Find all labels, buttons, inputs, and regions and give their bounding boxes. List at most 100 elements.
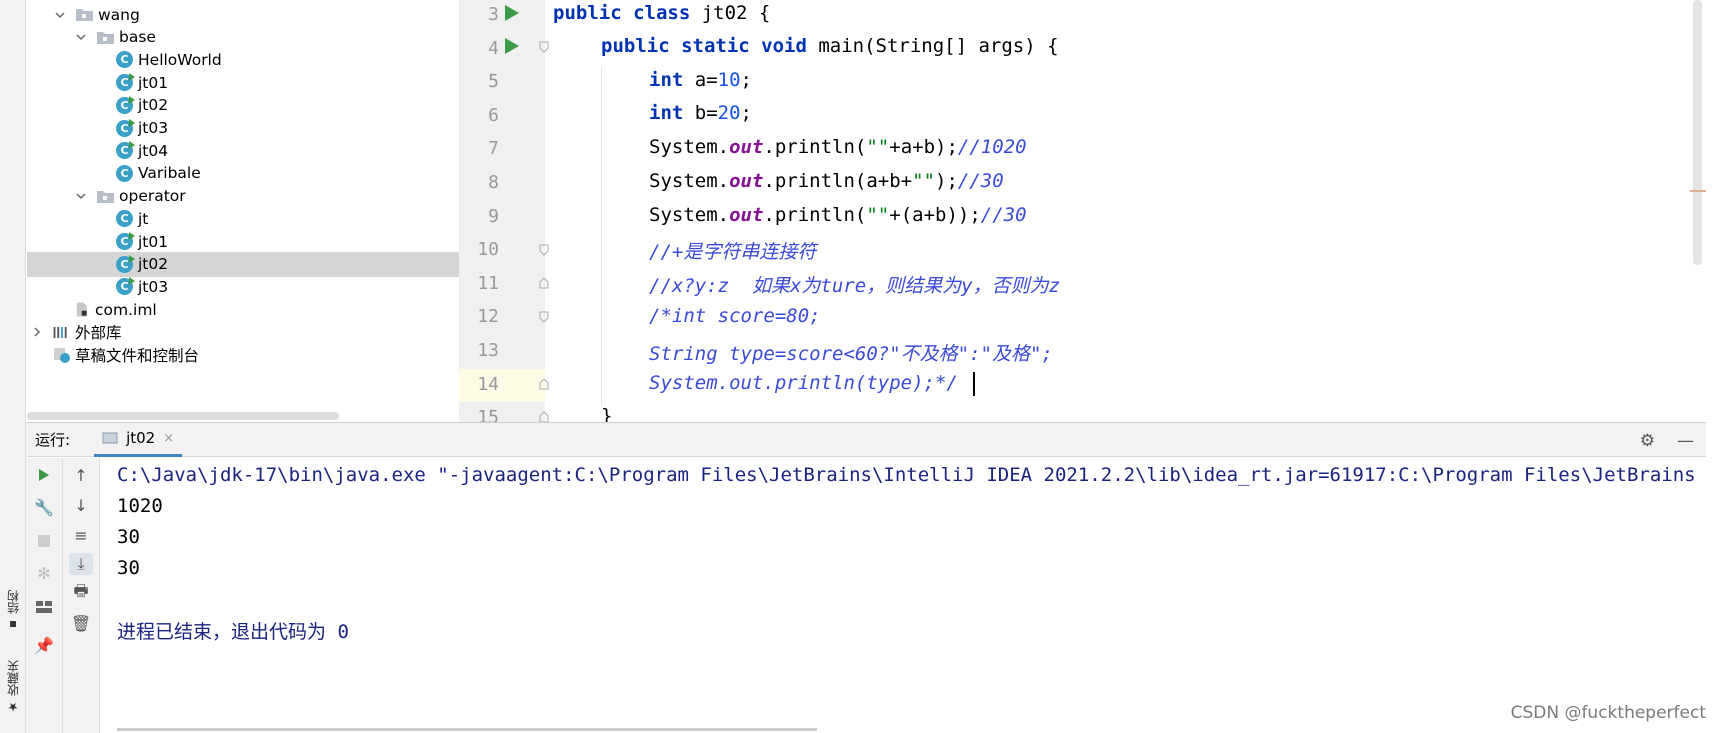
tree-item-label: base [119, 28, 156, 47]
tree-item-label: jt02 [138, 96, 169, 115]
code-line-6: int b=20; [649, 102, 752, 124]
fold-marker-icon[interactable] [538, 244, 550, 256]
tree-file-item[interactable]: 草稿文件和控制台 [27, 343, 459, 368]
iml-file-icon [76, 302, 87, 317]
line-number: 14 [477, 373, 499, 395]
structure-icon: ▪ [6, 618, 20, 632]
java-class-icon: C [116, 118, 135, 137]
star-icon: ★ [6, 700, 20, 714]
run-main-gutter-icon[interactable] [505, 38, 519, 54]
tree-file-item[interactable]: 外部库 [27, 320, 459, 345]
tree-item-label: jt03 [138, 119, 169, 137]
indent-guide [601, 66, 602, 406]
fold-marker-icon[interactable] [538, 311, 550, 323]
console-output-line: 1020 [117, 495, 163, 517]
code-line-13: String type=score<60?"不及格":"及格"; [649, 343, 1053, 365]
tree-item-label: com.iml [95, 300, 157, 319]
minimize-icon[interactable]: — [1677, 431, 1694, 451]
tree-file-item[interactable]: Cjt03 [27, 116, 459, 141]
tree-folder-item[interactable]: operator [27, 184, 459, 209]
pin-icon[interactable]: 📌 [32, 634, 56, 656]
library-icon [53, 326, 67, 338]
trash-icon[interactable]: 🗑 [69, 612, 93, 634]
structure-tab[interactable]: ▪ 结构 [2, 590, 24, 632]
fold-marker-icon[interactable] [538, 277, 550, 289]
tree-file-item[interactable]: Cjt04 [27, 138, 459, 163]
run-class-gutter-icon[interactable] [505, 5, 519, 21]
console-horizontal-scrollbar[interactable] [117, 728, 817, 731]
tree-folder-item[interactable]: base [27, 25, 459, 50]
java-class-icon: C [116, 210, 133, 228]
tree-horizontal-scrollbar[interactable] [27, 412, 339, 420]
soft-wrap-icon[interactable]: ≡ [69, 524, 93, 546]
tree-item-label: HelloWorld [138, 50, 222, 69]
gear-icon[interactable]: ⚙ [1640, 431, 1655, 451]
run-tab-jt02[interactable]: jt02 × [94, 423, 183, 457]
tree-item-label: 草稿文件和控制台 [75, 347, 200, 365]
tree-file-item[interactable]: Cjt01 [27, 70, 459, 95]
tree-item-label: operator [119, 187, 186, 206]
text-caret [973, 372, 975, 396]
line-number: 7 [488, 138, 499, 160]
code-line-5: int a=10; [649, 69, 752, 91]
error-stripe-marker[interactable] [1690, 190, 1706, 192]
arrow-up-icon[interactable]: ↑ [69, 464, 93, 486]
tree-file-item[interactable]: Cjt02 [27, 251, 459, 277]
java-class-icon: C [116, 95, 135, 114]
favorites-tab[interactable]: ★ 收藏夹 [2, 660, 24, 714]
java-class-icon: C [116, 277, 135, 296]
java-class-icon: C [116, 51, 133, 69]
java-class-icon: C [116, 141, 135, 160]
scratch-icon [54, 348, 70, 363]
layout-icon[interactable] [32, 596, 56, 618]
java-class-icon: C [116, 254, 135, 273]
wrench-icon[interactable]: 🔧 [32, 496, 56, 518]
favorites-tab-label: 收藏夹 [6, 660, 21, 696]
chevron-right-icon[interactable] [31, 326, 43, 338]
tree-file-item[interactable]: Cjt [27, 206, 459, 231]
tree-file-item[interactable]: C HelloWorld [27, 47, 459, 72]
line-number: 5 [488, 71, 499, 93]
editor-vertical-scrollbar[interactable] [1693, 0, 1702, 265]
console-command-line: C:\Java\jdk-17\bin\java.exe "-javaagent:… [117, 464, 1696, 486]
print-icon[interactable]: 🖶 [69, 581, 93, 604]
scroll-to-end-icon[interactable]: ⤓ [69, 553, 93, 575]
arrow-down-icon[interactable]: ↓ [69, 494, 93, 516]
code-line-10: //+是字符串连接符 [649, 241, 817, 263]
close-icon[interactable]: × [163, 431, 174, 446]
console-output-line: 30 [117, 526, 140, 548]
tree-file-item[interactable]: Cjt02 [27, 93, 459, 118]
chevron-down-icon[interactable] [75, 31, 87, 43]
line-number: 11 [477, 272, 499, 294]
rerun-icon[interactable] [32, 464, 56, 486]
folder-icon [76, 9, 93, 21]
line-number: 12 [477, 306, 499, 328]
chevron-down-icon[interactable] [75, 190, 87, 202]
fold-marker-icon[interactable] [538, 41, 550, 53]
chevron-down-icon[interactable] [54, 9, 66, 21]
fold-marker-icon[interactable] [538, 378, 550, 390]
tree-item-label: jt01 [138, 73, 169, 92]
java-class-icon: C [116, 164, 133, 182]
tree-folder-item[interactable]: wang [27, 2, 459, 27]
line-number: 10 [477, 239, 499, 261]
line-number: 8 [488, 172, 499, 193]
tree-item-label: jt03 [138, 277, 169, 296]
tree-file-item[interactable]: com.iml [27, 297, 459, 322]
stop-icon[interactable] [32, 530, 56, 552]
run-toolbar-secondary: ↑ ↓ ≡ ⤓ 🖶 🗑 [63, 458, 100, 733]
code-line-9: System.out.println(""+(a+b));//30 [649, 204, 1027, 226]
run-panel-actions: ⚙ — [1640, 431, 1694, 451]
console-output-line: 30 [117, 557, 140, 579]
run-toolbar-primary: 🔧 ✻ 📌 [26, 458, 63, 733]
code-line-7: System.out.println(""+a+b);//1020 [649, 136, 1027, 158]
tree-file-item[interactable]: C Varibale [27, 161, 459, 186]
tree-item-label: jt02 [138, 255, 169, 274]
tree-file-item[interactable]: Cjt03 [27, 274, 459, 299]
tree-item-label: jt01 [138, 232, 169, 251]
console-output[interactable]: C:\Java\jdk-17\bin\java.exe "-javaagent:… [101, 458, 1706, 733]
tree-file-item[interactable]: Cjt01 [27, 229, 459, 254]
debug-disabled-icon[interactable]: ✻ [32, 562, 56, 584]
code-line-11: //x?y:z 如果x为ture，则结果为y，否则为z [649, 275, 1061, 297]
watermark: CSDN @fucktheperfect [1510, 703, 1706, 723]
